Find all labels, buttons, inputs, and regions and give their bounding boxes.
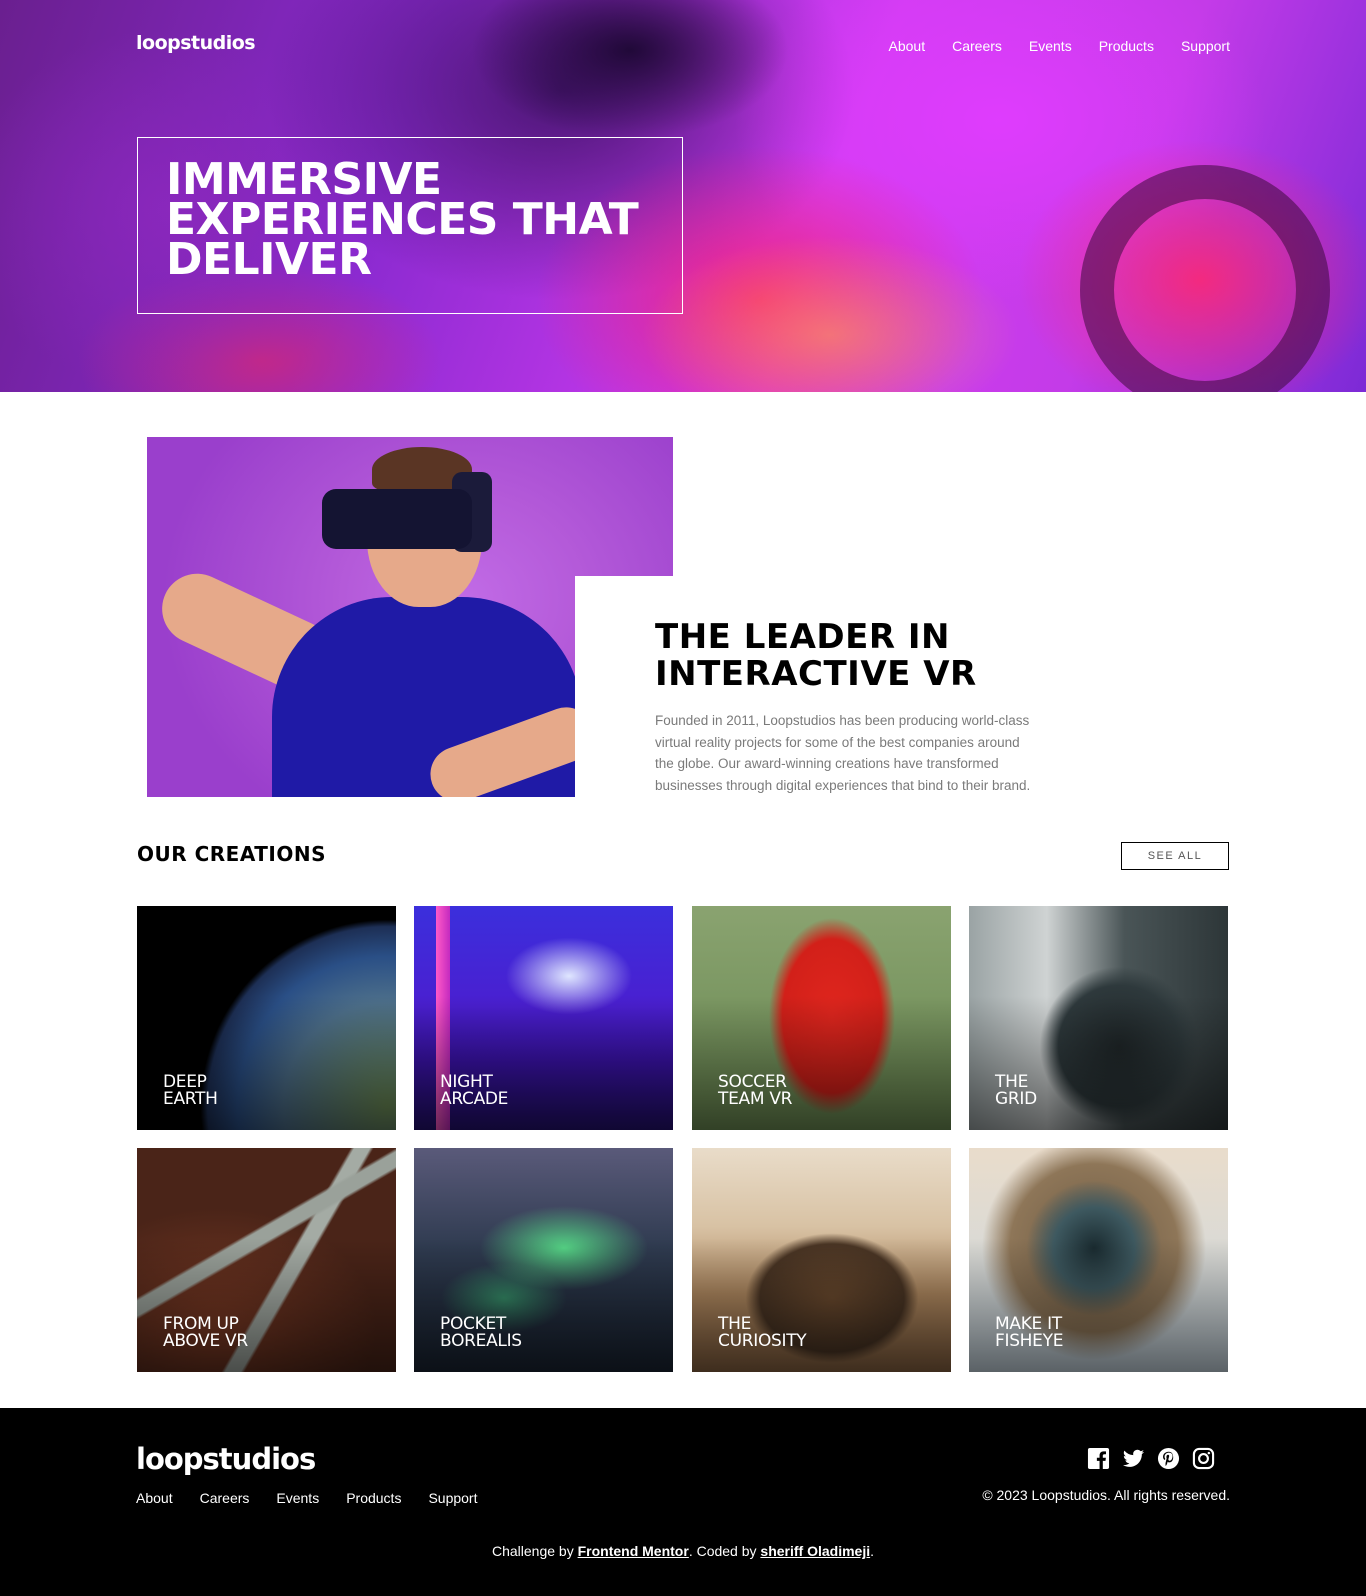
- nav-link-careers[interactable]: Careers: [952, 38, 1002, 54]
- footer-logo[interactable]: loopstudios: [136, 1442, 316, 1476]
- intro-heading: THE LEADER IN INTERACTIVE VR: [655, 617, 977, 694]
- pinterest-icon[interactable]: [1157, 1447, 1180, 1470]
- hero-section: loopstudios About Careers Events Product…: [0, 0, 1366, 392]
- creation-label: FROM UP ABOVE VR: [163, 1314, 248, 1351]
- main-nav: About Careers Events Products Support: [889, 38, 1231, 54]
- card-shade: [969, 995, 1228, 1130]
- creation-card-pocket-borealis[interactable]: POCKET BOREALIS: [414, 1148, 673, 1372]
- creation-card-from-up-above-vr[interactable]: FROM UP ABOVE VR: [137, 1148, 396, 1372]
- nav-link-events[interactable]: Events: [1029, 38, 1072, 54]
- footer-link-careers[interactable]: Careers: [200, 1490, 250, 1506]
- creation-card-night-arcade[interactable]: NIGHT ARCADE: [414, 906, 673, 1130]
- footer-link-support[interactable]: Support: [428, 1490, 477, 1506]
- creation-label: SOCCER TEAM VR: [718, 1072, 793, 1109]
- creation-label: THE GRID: [995, 1072, 1037, 1109]
- site-logo[interactable]: loopstudios: [136, 32, 256, 54]
- intro-text: Founded in 2011, Loopstudios has been pr…: [655, 713, 1031, 793]
- creation-card-soccer-team-vr[interactable]: SOCCER TEAM VR: [692, 906, 951, 1130]
- instagram-icon[interactable]: [1192, 1447, 1215, 1470]
- social-links: [1087, 1447, 1215, 1470]
- creation-card-the-grid[interactable]: THE GRID: [969, 906, 1228, 1130]
- intro-image-headset: [322, 489, 472, 549]
- footer-link-products[interactable]: Products: [346, 1490, 401, 1506]
- card-shade: [692, 995, 951, 1130]
- footer-link-events[interactable]: Events: [276, 1490, 319, 1506]
- creation-card-the-curiosity[interactable]: THE CURIOSITY: [692, 1148, 951, 1372]
- creation-card-deep-earth[interactable]: DEEP EARTH: [137, 906, 396, 1130]
- nav-link-about[interactable]: About: [889, 38, 926, 54]
- footer-nav: About Careers Events Products Support: [136, 1490, 478, 1506]
- hero-background-shape: [470, 0, 790, 140]
- hero-background-wheel: [1080, 165, 1330, 392]
- card-shade: [137, 995, 396, 1130]
- hero-title-box: IMMERSIVE EXPERIENCES THAT DELIVER: [137, 137, 683, 314]
- frontend-mentor-link[interactable]: Frontend Mentor: [578, 1543, 689, 1559]
- creation-label: THE CURIOSITY: [718, 1314, 807, 1351]
- card-shade: [414, 995, 673, 1130]
- card-shade: [692, 1237, 951, 1372]
- creations-title: OUR CREATIONS: [137, 842, 326, 866]
- footer-link-about[interactable]: About: [136, 1490, 173, 1506]
- attribution-suffix: .: [870, 1543, 875, 1559]
- hero-background-glow: [640, 235, 1020, 392]
- card-shade: [137, 1237, 396, 1372]
- creation-label: POCKET BOREALIS: [440, 1314, 522, 1351]
- twitter-icon[interactable]: [1122, 1447, 1145, 1470]
- creation-label: DEEP EARTH: [163, 1072, 218, 1109]
- card-shade: [414, 1237, 673, 1372]
- creation-label: MAKE IT FISHEYE: [995, 1314, 1064, 1351]
- attribution-middle: . Coded by: [688, 1543, 761, 1559]
- creation-label: NIGHT ARCADE: [440, 1072, 509, 1109]
- author-link[interactable]: sheriff Oladimeji: [760, 1543, 870, 1559]
- nav-link-support[interactable]: Support: [1181, 38, 1230, 54]
- hero-title: IMMERSIVE EXPERIENCES THAT DELIVER: [166, 154, 639, 285]
- copyright-text: © 2023 Loopstudios. All rights reserved.: [982, 1487, 1230, 1503]
- nav-link-products[interactable]: Products: [1099, 38, 1154, 54]
- see-all-button[interactable]: SEE ALL: [1121, 842, 1229, 870]
- facebook-icon[interactable]: [1087, 1447, 1110, 1470]
- site-footer: loopstudios About Careers Events Product…: [0, 1408, 1366, 1596]
- creation-card-make-it-fisheye[interactable]: MAKE IT FISHEYE: [969, 1148, 1228, 1372]
- attribution-prefix: Challenge by: [491, 1543, 578, 1559]
- attribution: Challenge by Frontend Mentor. Coded by s…: [0, 1543, 1366, 1559]
- card-shade: [969, 1237, 1228, 1372]
